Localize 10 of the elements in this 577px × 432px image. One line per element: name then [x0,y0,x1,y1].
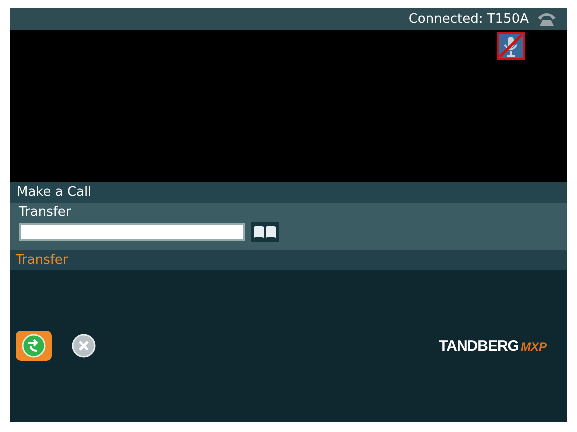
book-icon[interactable] [251,222,279,242]
logo: TANDBERG MXP [439,338,547,354]
connection-status: Connected: T150A [408,12,529,26]
muted-microphone-icon [497,32,525,60]
input-field[interactable] [19,223,245,241]
phone-icon [537,11,557,27]
action-label: Transfer [10,250,567,270]
panel-title: Transfer [19,205,72,220]
transfer-button[interactable] [16,331,52,361]
menu-title: Make a Call [10,182,567,203]
